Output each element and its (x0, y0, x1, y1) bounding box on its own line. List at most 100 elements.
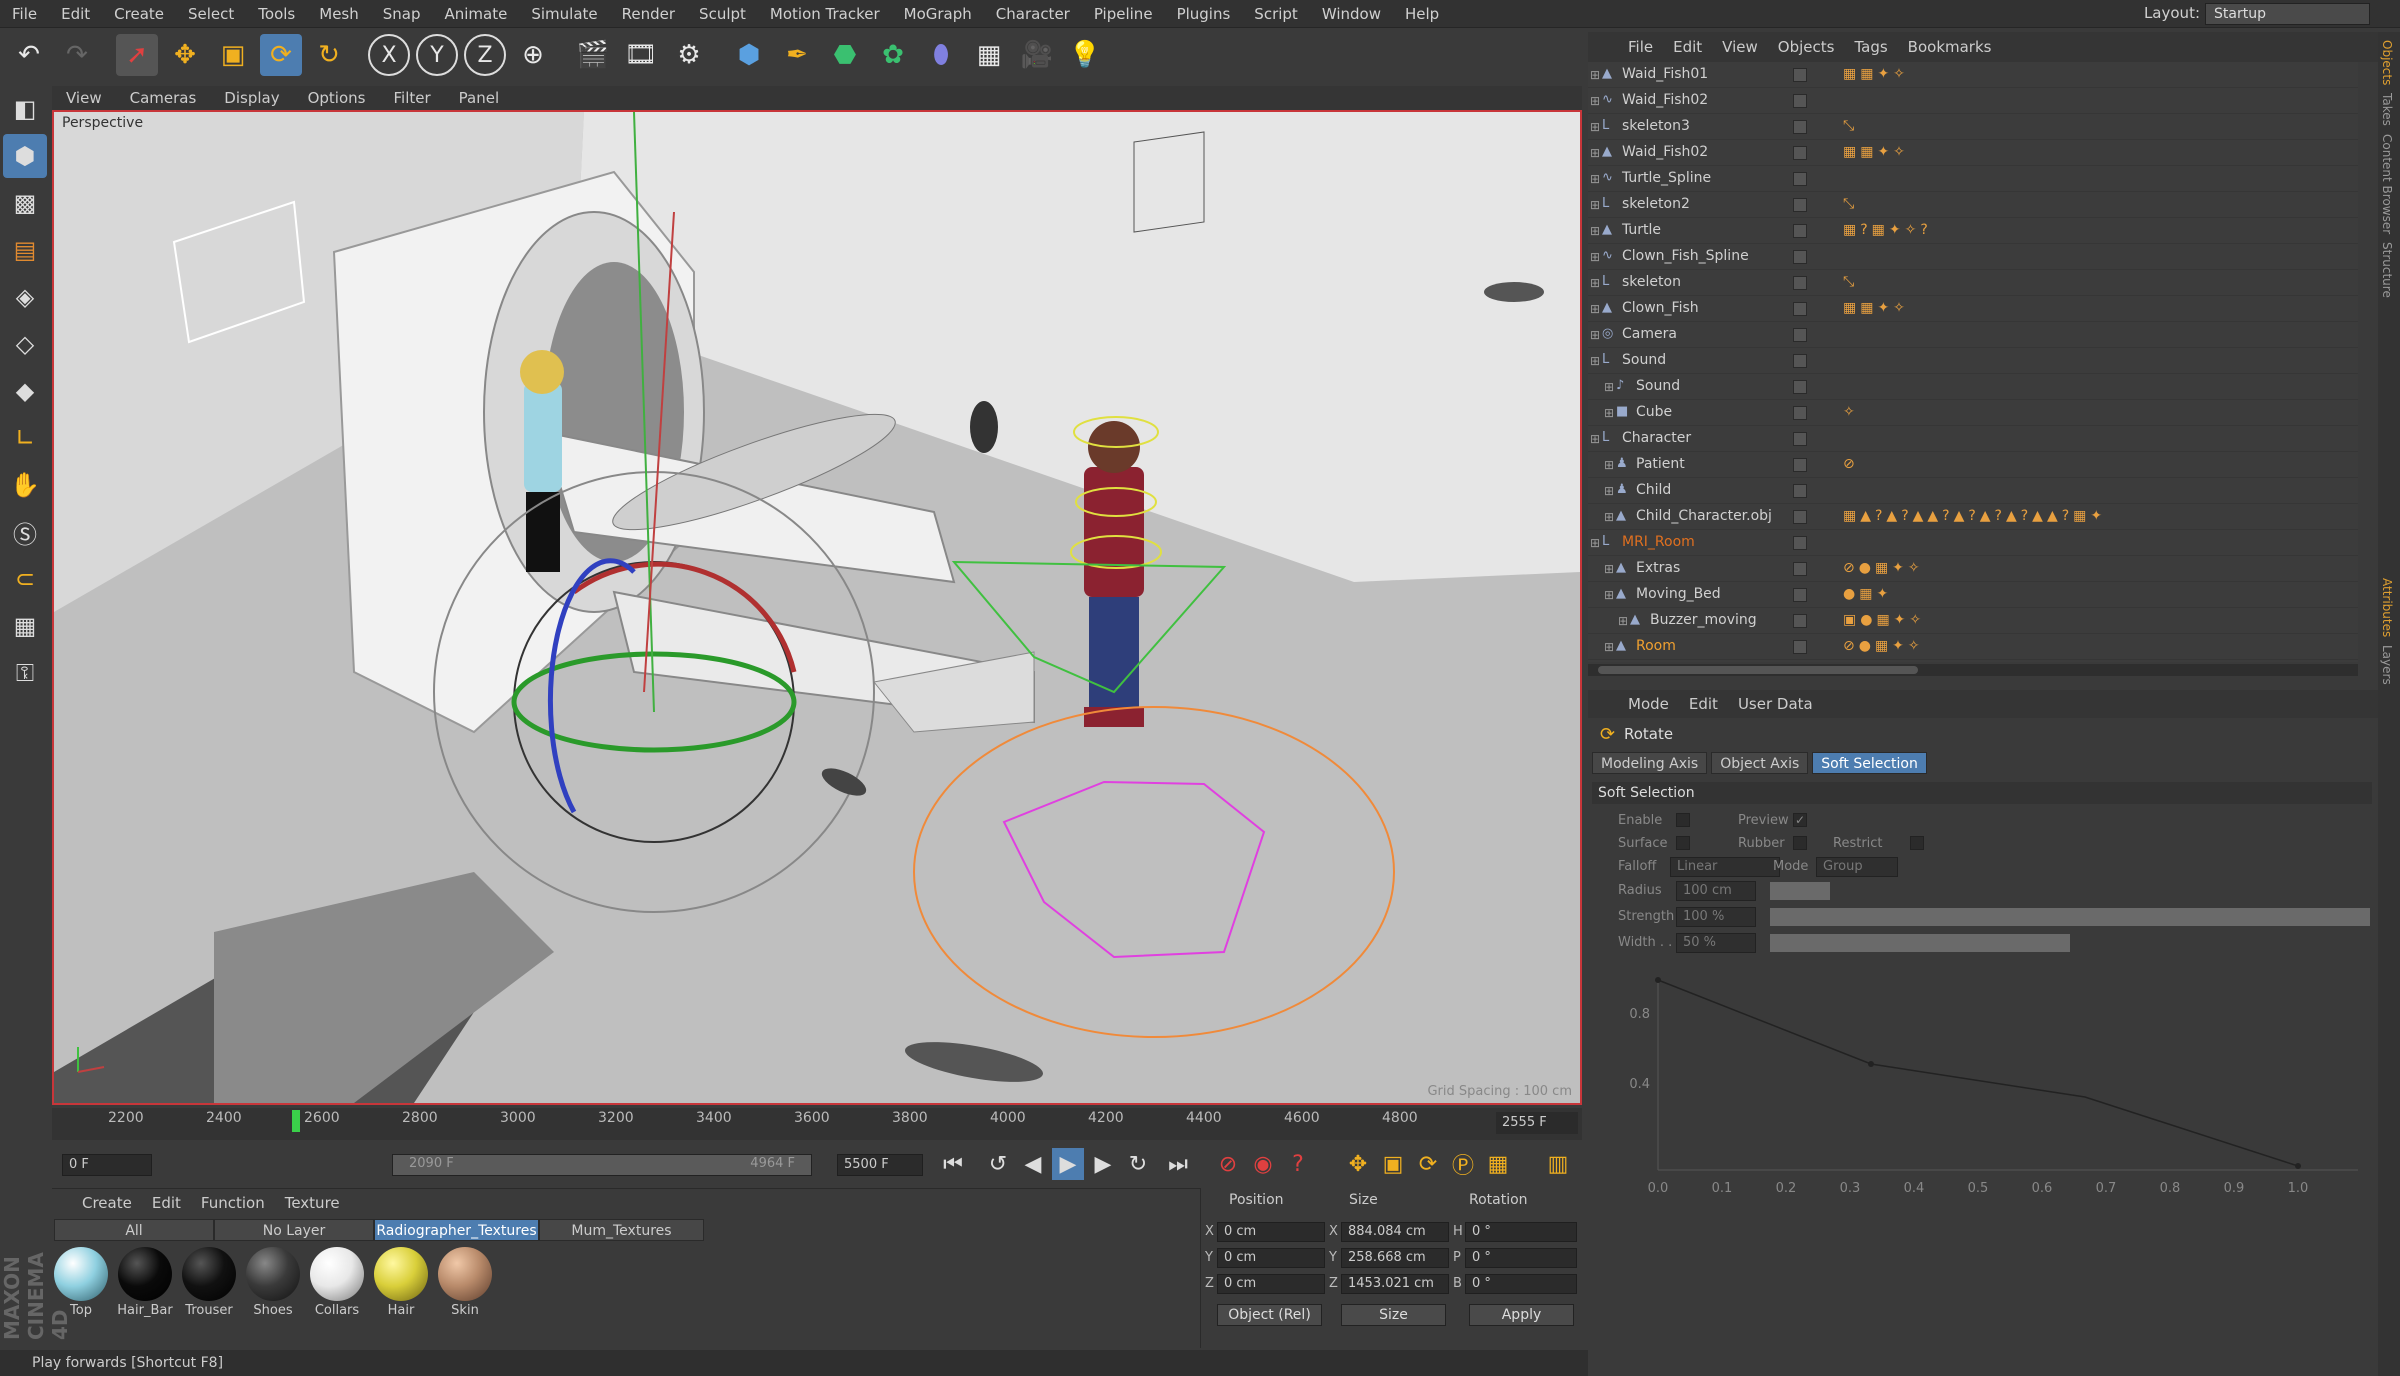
object-row[interactable]: ⊞ Lskeleton3 ⤡ (1588, 114, 2358, 140)
z-axis-lock-icon[interactable]: Z (464, 34, 506, 76)
menu-script[interactable]: Script (1242, 0, 1310, 28)
falloff-dropdown[interactable]: Linear (1670, 857, 1780, 877)
attr-menu-mode[interactable]: Mode (1618, 695, 1679, 713)
material-swatch[interactable]: Trouser (180, 1247, 238, 1318)
expand-toggle-icon[interactable]: ⊞ (1590, 302, 1600, 316)
visibility-toggle[interactable] (1793, 328, 1807, 342)
timeline-end-frame[interactable]: 2555 F (1496, 1112, 1578, 1134)
goto-start-icon[interactable]: ⏮ (937, 1148, 969, 1180)
menu-tools[interactable]: Tools (246, 0, 307, 28)
object-tags[interactable]: ⊘●▦✦✧ (1843, 560, 1924, 576)
visibility-toggle[interactable] (1793, 484, 1807, 498)
strip-tab-content-browser[interactable]: Content Browser (2380, 134, 2394, 234)
object-row[interactable]: ⊞ L Character (1588, 426, 2358, 452)
viewport-menu-view[interactable]: View (52, 89, 116, 107)
rotation-h-field[interactable]: 0 ° (1465, 1222, 1577, 1242)
rotation-b-field[interactable]: 0 ° (1465, 1274, 1577, 1294)
expand-toggle-icon[interactable]: ⊞ (1604, 510, 1614, 524)
expand-toggle-icon[interactable]: ⊞ (1590, 198, 1600, 212)
x-axis-lock-icon[interactable]: X (368, 34, 410, 76)
visibility-toggle[interactable] (1793, 380, 1807, 394)
material-swatch[interactable]: Shoes (244, 1247, 302, 1318)
keyframe-selection-icon[interactable]: ? (1282, 1148, 1314, 1180)
expand-toggle-icon[interactable]: ⊞ (1590, 432, 1600, 446)
visibility-toggle[interactable] (1793, 562, 1807, 576)
object-row[interactable]: ⊞ ∿ Clown_Fish_Spline (1588, 244, 2358, 270)
render-picture-viewer-icon[interactable]: 🎞 (620, 34, 662, 76)
object-name[interactable]: Waid_Fish02 (1622, 144, 1708, 160)
edges-mode-icon[interactable]: ◇ (3, 322, 47, 366)
object-tags[interactable]: ▦▦✦✧ (1843, 144, 1909, 160)
make-editable-icon[interactable]: ◧ (3, 87, 47, 131)
autokeying-icon[interactable]: ◉ (1247, 1148, 1279, 1180)
tweak-mode-icon[interactable]: ✋ (3, 463, 47, 507)
menu-file[interactable]: File (0, 0, 49, 28)
material-tab-all[interactable]: All (54, 1219, 214, 1241)
object-row[interactable]: ⊞ ▲ Child_Character.obj ▦▲?▲?▲▲?▲?▲?▲?▲▲?▦✦ (1588, 504, 2358, 530)
menu-mesh[interactable]: Mesh (307, 0, 371, 28)
strip-tab-takes[interactable]: Takes (2380, 93, 2394, 126)
radius-field[interactable]: 100 cm (1676, 881, 1756, 901)
object-row[interactable]: ⊞ ▲ Clown_Fish ▦▦✦✧ (1588, 296, 2358, 322)
object-menu-file[interactable]: File (1618, 38, 1663, 56)
menu-create[interactable]: Create (102, 0, 176, 28)
timeline-window-icon[interactable]: ▥ (1542, 1148, 1574, 1180)
visibility-toggle[interactable] (1793, 458, 1807, 472)
expand-toggle-icon[interactable]: ⊞ (1590, 224, 1600, 238)
object-name[interactable]: Patient (1636, 456, 1685, 472)
floor-environment-icon[interactable]: ▦ (968, 34, 1010, 76)
object-row[interactable]: ⊞ ♪ Sound (1588, 374, 2358, 400)
expand-toggle-icon[interactable]: ⊞ (1590, 68, 1600, 82)
object-menu-objects[interactable]: Objects (1768, 38, 1845, 56)
scale-tool-icon[interactable]: ▣ (212, 34, 254, 76)
falloff-graph[interactable]: 0.0 0.1 0.2 0.3 0.4 0.5 0.6 0.7 0.8 0.9 1.0 0.8 0.4 (1628, 970, 2368, 1210)
visibility-toggle[interactable] (1793, 198, 1807, 212)
key-pla-icon[interactable]: ▦ (1482, 1148, 1514, 1180)
undo-icon[interactable]: ↶ (8, 34, 50, 76)
apply-button[interactable]: Apply (1469, 1304, 1574, 1326)
expand-toggle-icon[interactable]: ⊞ (1590, 94, 1600, 108)
material-menu-create[interactable]: Create (72, 1194, 142, 1212)
object-name[interactable]: skeleton (1622, 274, 1681, 290)
expand-toggle-icon[interactable]: ⊞ (1590, 328, 1600, 342)
visibility-toggle[interactable] (1793, 224, 1807, 238)
strip-tab-structure[interactable]: Structure (2380, 242, 2394, 298)
object-row[interactable]: ⊞ ▲ Waid_Fish02 ▦▦✦✧ (1588, 140, 2358, 166)
visibility-toggle[interactable] (1793, 432, 1807, 446)
object-tags[interactable]: ●▦✦ (1843, 586, 1892, 602)
material-tab-mum[interactable]: Mum_Textures (539, 1219, 704, 1241)
object-tags[interactable]: ⊘ (1843, 456, 1859, 472)
attr-menu-edit[interactable]: Edit (1679, 695, 1728, 713)
object-row[interactable]: ⊞ ▲ Buzzer_moving ▣●▦✦✧ (1588, 608, 2358, 634)
menu-animate[interactable]: Animate (433, 0, 520, 28)
object-name[interactable]: skeleton2 (1622, 196, 1690, 212)
expand-toggle-icon[interactable]: ⊞ (1590, 250, 1600, 264)
size-mode-dropdown[interactable]: Size (1341, 1304, 1446, 1326)
position-z-field[interactable]: 0 cm (1217, 1274, 1325, 1294)
expand-toggle-icon[interactable]: ⊞ (1590, 172, 1600, 186)
select-tool-icon[interactable]: ➚ (116, 34, 158, 76)
strength-field[interactable]: 100 % (1676, 907, 1756, 927)
visibility-toggle[interactable] (1793, 302, 1807, 316)
visibility-toggle[interactable] (1793, 120, 1807, 134)
object-name[interactable]: MRI_Room (1622, 534, 1695, 550)
object-name[interactable]: Moving_Bed (1636, 586, 1721, 602)
visibility-toggle[interactable] (1793, 68, 1807, 82)
object-name[interactable]: Waid_Fish01 (1622, 66, 1708, 82)
size-x-field[interactable]: 884.084 cm (1341, 1222, 1449, 1242)
layout-select[interactable]: Startup (2205, 3, 2370, 25)
current-frame-field[interactable]: 0 F (62, 1154, 152, 1176)
expand-toggle-icon[interactable]: ⊞ (1590, 536, 1600, 550)
goto-end-icon[interactable]: ⏭ (1162, 1148, 1194, 1180)
menu-plugins[interactable]: Plugins (1165, 0, 1243, 28)
pen-spline-icon[interactable]: ✒ (776, 34, 818, 76)
key-position-icon[interactable]: ✥ (1342, 1148, 1374, 1180)
menu-snap[interactable]: Snap (371, 0, 433, 28)
visibility-toggle[interactable] (1793, 406, 1807, 420)
timeline-ruler[interactable]: 2200 2400 2600 2800 3000 3200 3400 3600 … (52, 1108, 1582, 1140)
object-name[interactable]: Clown_Fish_Spline (1622, 248, 1749, 264)
expand-toggle-icon[interactable]: ⊞ (1590, 146, 1600, 160)
strip-tab-layers[interactable]: Layers (2380, 645, 2394, 685)
object-tags[interactable]: ⤡ (1843, 274, 1858, 290)
viewport-menu-options[interactable]: Options (294, 89, 380, 107)
